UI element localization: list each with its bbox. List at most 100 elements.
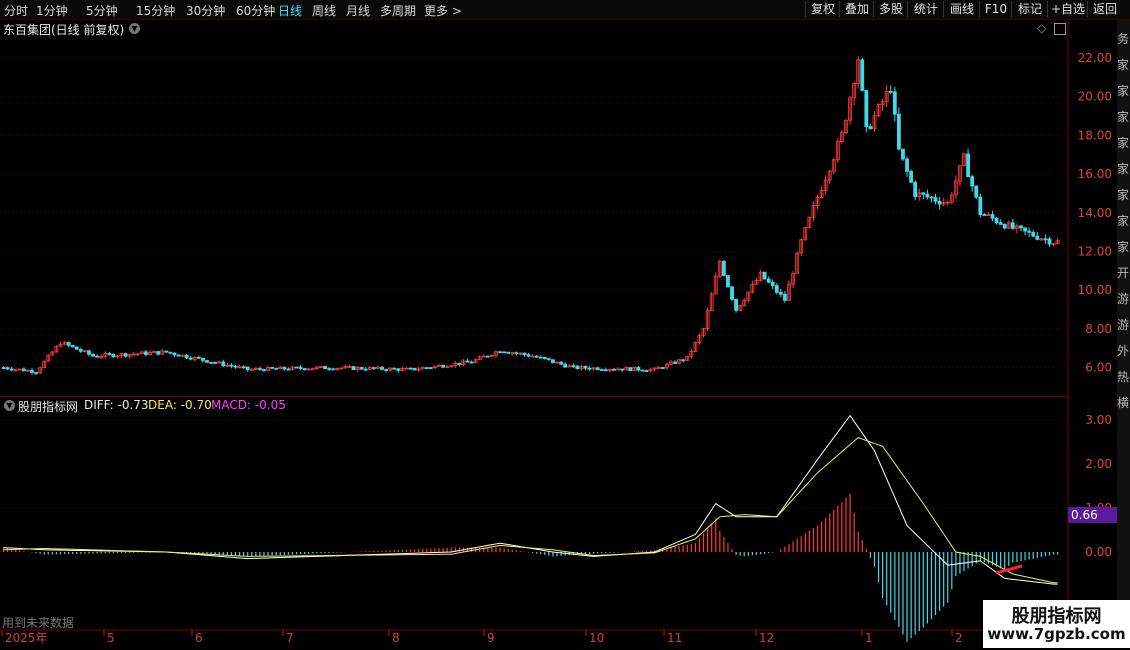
kline-chart: 22.0020.0018.0016.0014.0012.0010.008.006… (0, 20, 1112, 645)
candle-body (551, 359, 555, 363)
macd-label: MACD: -0.05 (211, 398, 286, 412)
candle-body (258, 368, 262, 370)
candle-body (514, 352, 519, 355)
candle-body (522, 352, 527, 356)
candle-body (1, 367, 6, 370)
date-tick-label: 9 (487, 631, 495, 645)
candle-body (970, 176, 975, 187)
date-tick-label: 10 (589, 631, 604, 645)
candle-body (298, 366, 303, 369)
candle-body (636, 366, 641, 371)
candle-body (172, 352, 177, 356)
diff-label: DIFF: -0.73 (84, 398, 149, 412)
dea-line (3, 437, 1058, 584)
price-tick-label: 22.00 (1078, 51, 1112, 65)
macd-histogram (2, 493, 1059, 642)
candle-body (929, 196, 934, 199)
candle-body (485, 355, 490, 358)
candle-body (620, 368, 625, 371)
candle-body (897, 113, 901, 150)
candle-body (168, 351, 173, 354)
current-value-tag: 0.66 (1068, 507, 1119, 523)
candle-body (384, 369, 388, 371)
candle-body (982, 214, 987, 216)
chevron-down-icon[interactable]: ▼ (4, 400, 15, 411)
candle-body (778, 291, 783, 295)
candle-body (905, 158, 909, 172)
candle-body (201, 357, 205, 361)
candle-body (966, 153, 970, 178)
macd-axis: 3.002.001.000.00 (1085, 413, 1112, 559)
indicator-name[interactable]: 股朋指标网 (18, 398, 78, 415)
candle-body (1035, 235, 1040, 240)
candle-body (1031, 231, 1036, 237)
candle-body (107, 353, 112, 355)
candle-body (644, 370, 649, 372)
candle-body (270, 366, 275, 369)
candle-body (595, 367, 600, 370)
price-axis: 22.00 20.00 18.00 16.00 14.00 12.00 10.00 8.00 6… (1078, 51, 1112, 375)
candle-body (721, 260, 726, 276)
candle-body (730, 286, 734, 300)
candle-body (864, 90, 869, 127)
side-panel-strip: 务家家家家家家家家开游游外热横 (1117, 20, 1130, 632)
candle-body (538, 356, 543, 359)
candle-body (901, 148, 905, 160)
candle-body (408, 367, 413, 370)
candle-body (660, 367, 665, 369)
candle-body (888, 90, 893, 93)
candle-body (628, 367, 633, 372)
macd-tick-label: 2.00 (1085, 457, 1112, 471)
date-tick-label: 11 (667, 631, 682, 645)
candle-body (274, 367, 279, 370)
candle-body (542, 356, 547, 360)
candle-body (534, 355, 539, 358)
watermark-box: 股朋指标网 www.7gpzb.com (983, 600, 1130, 648)
candle-body (726, 275, 730, 288)
candlestick-series (1, 56, 1060, 375)
candle-body (282, 366, 287, 370)
candle-body (868, 126, 873, 130)
candle-body (245, 366, 250, 371)
macd-lines (3, 414, 1058, 585)
candle-body (502, 351, 507, 354)
candle-body (762, 271, 767, 280)
candle-body (673, 361, 677, 364)
candle-body (1043, 238, 1048, 241)
candle-body (1002, 223, 1007, 229)
candle-body (526, 354, 531, 357)
candle-body (546, 358, 551, 361)
candle-body (111, 353, 116, 358)
candle-body (30, 369, 34, 373)
candle-body (294, 366, 299, 369)
candle-body (78, 349, 83, 352)
date-tick-label: 8 (392, 631, 400, 645)
candle-body (559, 361, 563, 365)
candle-body (530, 355, 535, 358)
candle-body (921, 192, 926, 195)
candle-body (587, 367, 592, 370)
candle-body (599, 369, 604, 371)
candle-body (229, 364, 234, 367)
candle-body (70, 345, 75, 348)
candle-body (465, 360, 470, 363)
candle-body (262, 369, 266, 372)
candle-body (860, 59, 865, 91)
candle-body (571, 365, 576, 368)
candle-body (766, 278, 771, 283)
candle-body (734, 298, 738, 311)
macd-tick-label: 0.00 (1085, 545, 1112, 559)
candle-body (978, 196, 983, 215)
candle-body (233, 365, 238, 368)
candle-body (1023, 227, 1027, 232)
candle-body (1019, 225, 1023, 229)
candle-body (770, 281, 775, 286)
candle-body (909, 171, 914, 183)
date-tick-label: 6 (195, 631, 203, 645)
date-tick-label: 2025年 (5, 631, 48, 645)
date-tick-label: 1 (865, 631, 873, 645)
candle-body (783, 293, 787, 301)
candle-body (412, 367, 417, 371)
price-tick-label: 6.00 (1085, 361, 1112, 375)
candle-body (603, 369, 608, 372)
